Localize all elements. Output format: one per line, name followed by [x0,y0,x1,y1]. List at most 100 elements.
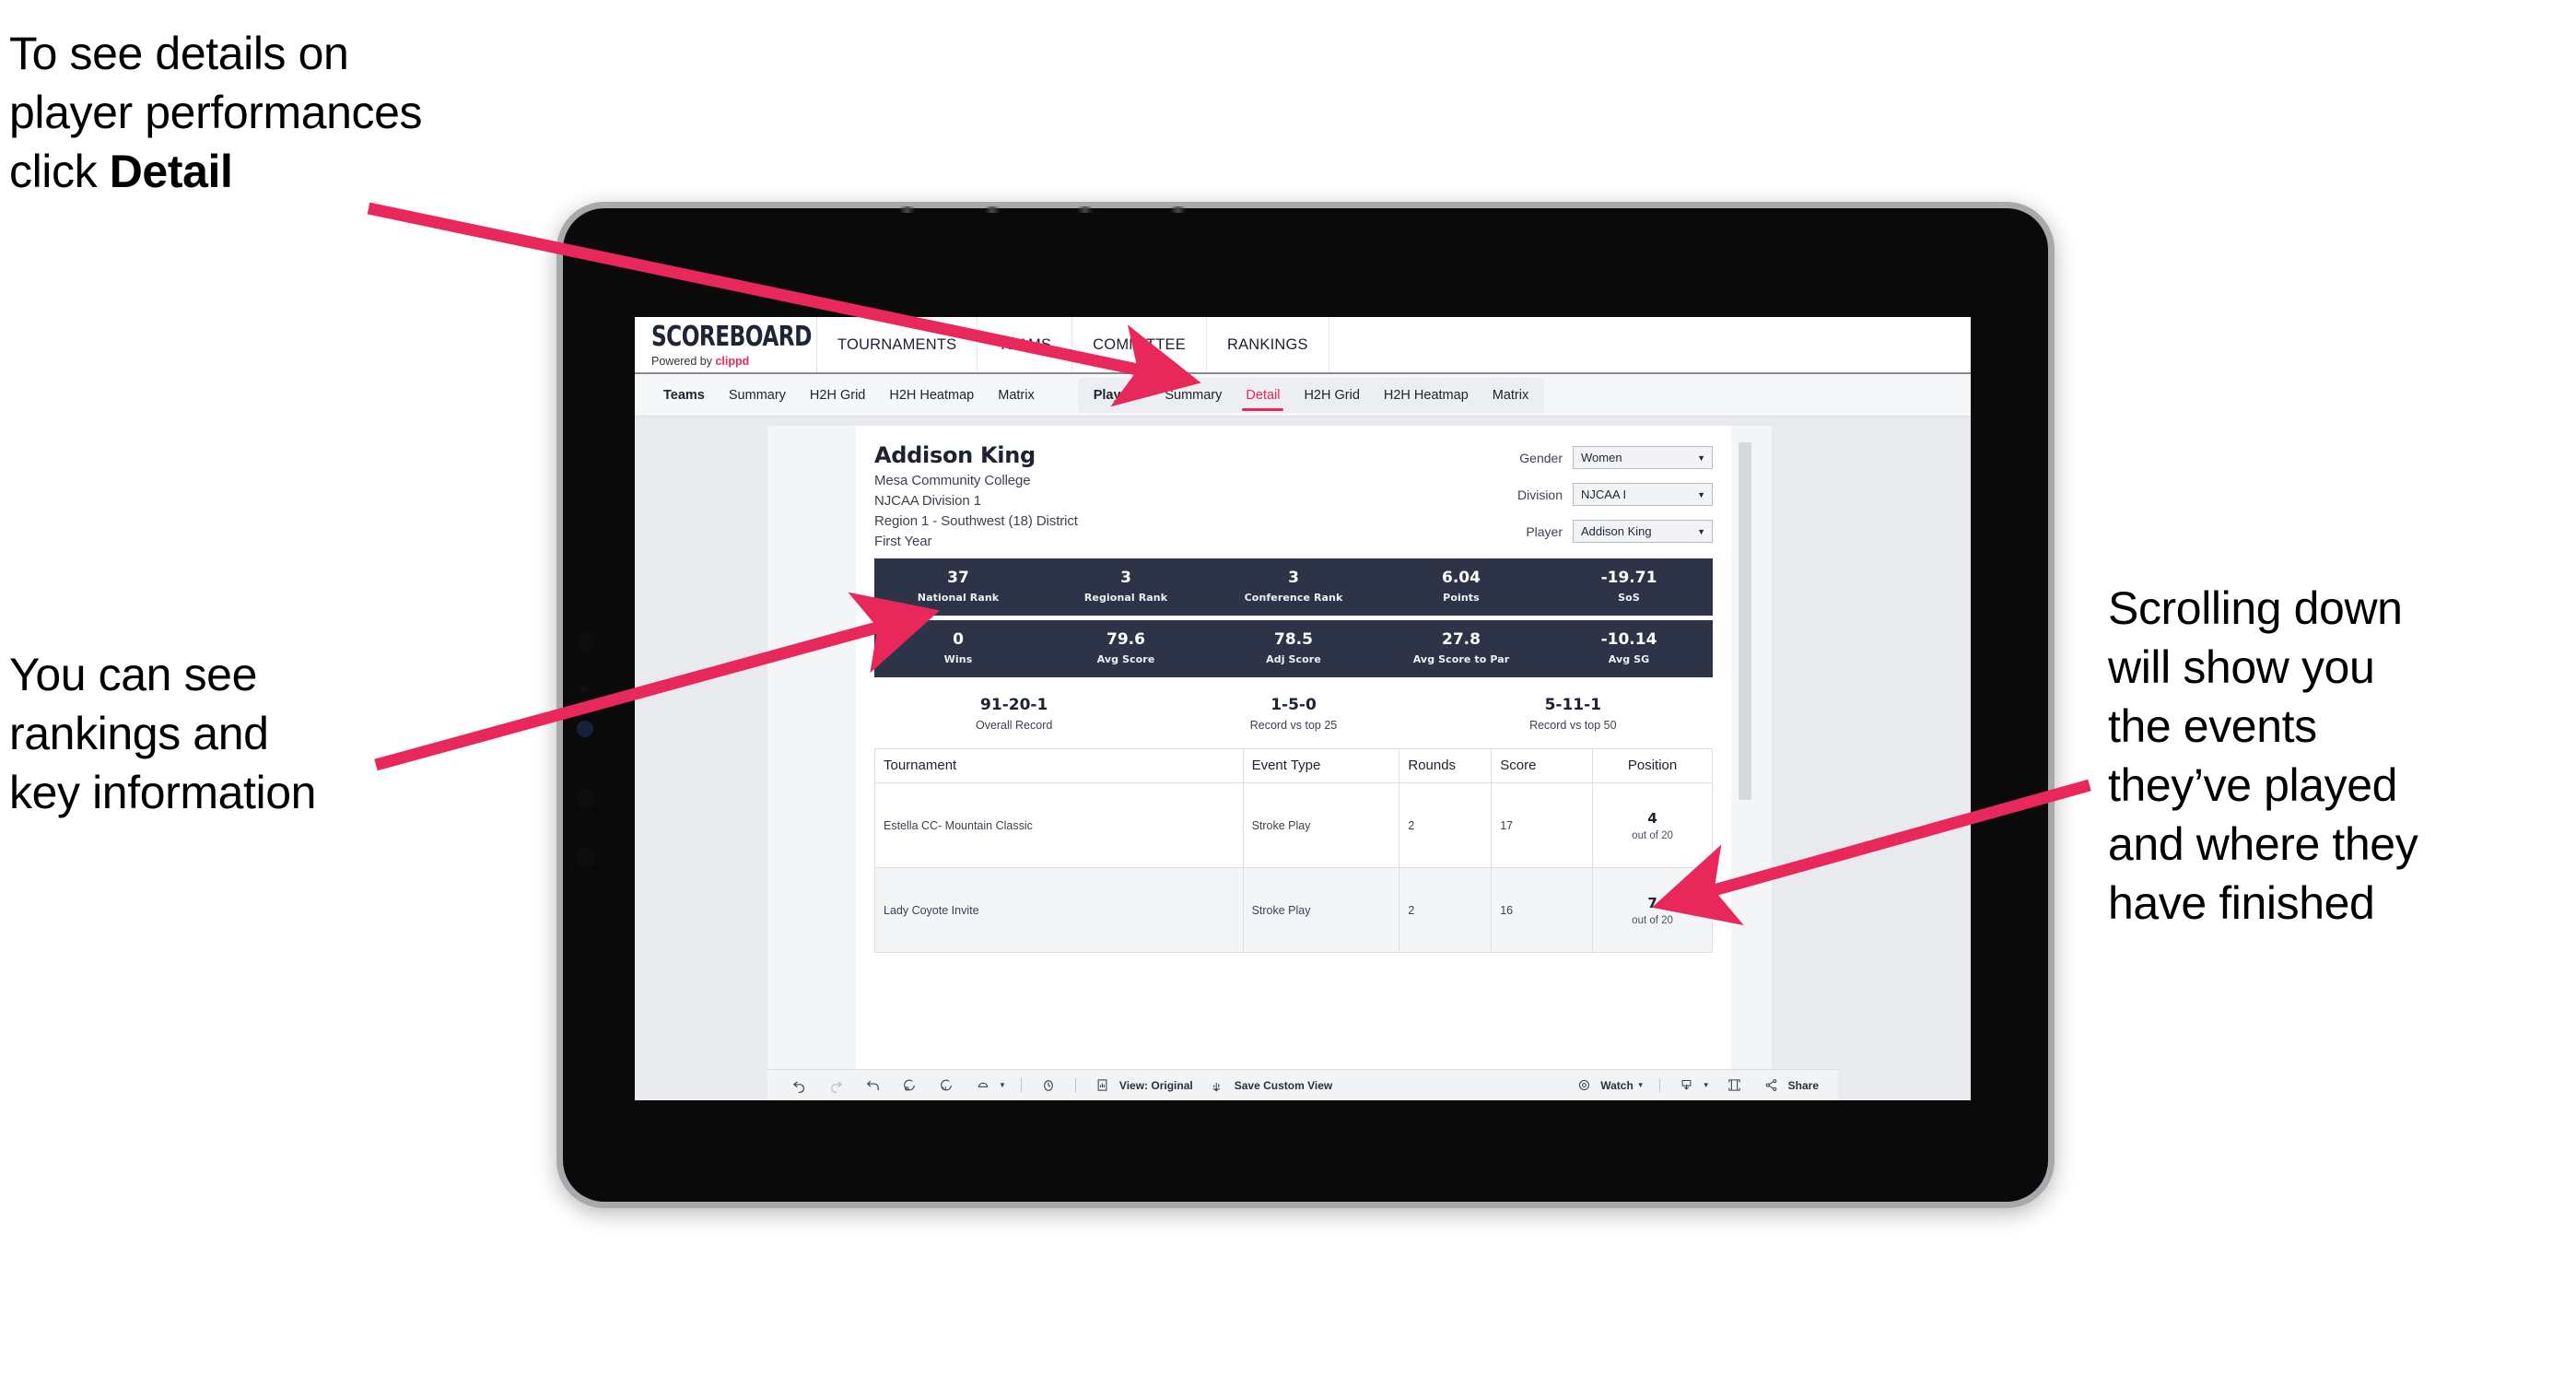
filter-player-select[interactable]: Addison King ▼ [1573,520,1713,543]
vertical-scrollbar[interactable] [1739,435,1751,1038]
stat-avg-score-to-par: 27.8 Avg Score to Par [1377,620,1545,677]
stat-value: 3 [1120,569,1131,588]
events-table: Tournament Event Type Rounds Score Posit… [874,748,1713,953]
tab-players-detail[interactable]: Detail [1234,378,1292,413]
tab-players-h2h-grid[interactable]: H2H Grid [1292,378,1371,413]
filter-division-label: Division [1516,487,1563,502]
filter-player-value: Addison King [1581,524,1652,538]
pause-updates-button[interactable] [1030,1070,1067,1100]
stat-conference-rank: 3 Conference Rank [1210,558,1377,616]
watch-button[interactable]: Watch ▼ [1565,1070,1650,1100]
filter-division-select[interactable]: NJCAA I ▼ [1573,483,1713,506]
device-preview-button[interactable] [1716,1070,1753,1100]
tab-teams-h2h-heatmap[interactable]: H2H Heatmap [877,378,986,413]
stat-value: 78.5 [1274,630,1313,650]
stat-bar-rankings: 37 National Rank 3 Regional Rank 3 Confe… [874,558,1713,616]
cell-score: 16 [1491,867,1594,953]
stat-adj-score: 78.5 Adj Score [1210,620,1377,677]
undo-button[interactable] [780,1070,817,1100]
position-outof: out of 20 [1632,829,1673,841]
download-button[interactable]: ▼ [1669,1070,1716,1100]
stat-label: Avg Score [1096,652,1155,665]
app-logo[interactable]: SCOREBOARD Powered by clippd [635,317,817,372]
nav-item-tournaments[interactable]: TOURNAMENTS [817,317,978,372]
save-custom-view-button[interactable]: Save Custom View [1200,1070,1340,1100]
filter-gender-value: Women [1581,451,1622,464]
logo-tagline-brand: clippd [715,354,750,368]
player-region: Region 1 - Southwest (18) District [874,513,1078,529]
player-division: NJCAA Division 1 [874,493,981,509]
scrollbar-thumb[interactable] [1739,442,1751,800]
col-header-position[interactable]: Position [1592,748,1713,783]
brand-nav-bar: SCOREBOARD Powered by clippd TOURNAMENTS… [635,317,1971,374]
stat-value: 37 [947,569,969,588]
tab-group-players-label[interactable]: Players [1082,378,1153,413]
stat-label: Regional Rank [1083,591,1168,604]
stat-label: National Rank [917,591,1000,604]
stat-points: 6.04 Points [1377,558,1545,616]
report-canvas: Addison King Mesa Community College NJCA… [635,417,1971,1100]
record-label: Record vs top 25 [1249,719,1338,732]
stat-label: SoS [1618,591,1640,604]
stat-bar-scoring: 0 Wins 79.6 Avg Score 78.5 Adj Score 27.… [874,620,1713,677]
stat-value: 0 [953,630,964,650]
tutorial-slide: To see details on player performances cl… [0,0,2576,1386]
filter-gender-select[interactable]: Women ▼ [1573,446,1713,469]
share-button[interactable]: Share [1753,1070,1825,1100]
annotation-top-bold: Detail [109,146,233,197]
sub-tab-strip: Teams Summary H2H Grid H2H Heatmap Matri… [635,374,1971,417]
refresh-icon [897,1078,921,1093]
page-title: Addison King [874,442,1036,468]
pause-auto-update-button[interactable] [928,1070,965,1100]
download-icon [1675,1078,1699,1092]
stat-value: 27.8 [1442,630,1481,650]
col-header-rounds[interactable]: Rounds [1399,748,1493,783]
tab-group-teams-label[interactable]: Teams [651,378,717,413]
tab-teams-summary[interactable]: Summary [717,378,798,413]
viz-toolbar: ▼ View: Original Save Custom View Watch … [767,1069,1838,1100]
tab-players-summary[interactable]: Summary [1153,378,1234,413]
device-icon [1723,1078,1747,1092]
stat-value: 3 [1288,569,1299,588]
shape-icon [971,1078,995,1093]
logo-tagline-prefix: Powered by [651,354,716,368]
nav-item-committee[interactable]: COMMITTEE [1072,317,1207,372]
view-original-button[interactable]: View: Original [1084,1070,1200,1100]
position-outof: out of 20 [1632,914,1673,926]
col-header-score[interactable]: Score [1491,748,1594,783]
filter-panel: Gender Women ▼ Division NJCAA I ▼ Player… [1436,442,1713,557]
save-custom-view-label: Save Custom View [1234,1078,1333,1092]
view-original-label: View: Original [1118,1078,1193,1092]
stat-regional-rank: 3 Regional Rank [1042,558,1210,616]
tab-group-players: Players Summary Detail H2H Grid H2H Heat… [1077,377,1545,413]
tab-players-h2h-heatmap[interactable]: H2H Heatmap [1372,378,1481,413]
tab-teams-h2h-grid[interactable]: H2H Grid [798,378,877,413]
tab-players-matrix[interactable]: Matrix [1481,378,1540,413]
chevron-down-icon: ▼ [1636,1081,1645,1089]
col-header-event-type[interactable]: Event Type [1242,748,1400,783]
tab-teams-matrix[interactable]: Matrix [986,378,1046,413]
layout-dropdown-button[interactable]: ▼ [965,1070,1013,1100]
cell-tournament: Lady Coyote Invite [874,867,1244,953]
share-label: Share [1787,1078,1819,1092]
filter-division: Division NJCAA I ▼ [1436,483,1713,506]
revert-button[interactable] [854,1070,891,1100]
chevron-down-icon: ▼ [1697,489,1705,499]
table-row[interactable]: Lady Coyote Invite Stroke Play 2 16 7 ou… [874,867,1713,953]
stat-label: Avg Score to Par [1412,652,1510,665]
cell-position: 7 out of 20 [1592,867,1713,953]
clock-icon [1036,1078,1060,1093]
toolbar-divider [1074,1078,1076,1092]
cell-position: 4 out of 20 [1592,782,1713,868]
table-header-row: Tournament Event Type Rounds Score Posit… [874,748,1713,783]
col-header-tournament[interactable]: Tournament [874,748,1244,783]
nav-item-rankings[interactable]: RANKINGS [1207,317,1329,372]
refresh-data-button[interactable] [891,1070,928,1100]
nav-item-teams[interactable]: TEAMS [978,317,1073,372]
cell-rounds: 2 [1399,782,1493,868]
cell-tournament: Estella CC- Mountain Classic [874,782,1244,868]
table-row[interactable]: Estella CC- Mountain Classic Stroke Play… [874,782,1713,868]
stat-value: -10.14 [1600,630,1657,650]
redo-button[interactable] [817,1070,854,1100]
logo-tagline: Powered by clippd [651,356,816,368]
